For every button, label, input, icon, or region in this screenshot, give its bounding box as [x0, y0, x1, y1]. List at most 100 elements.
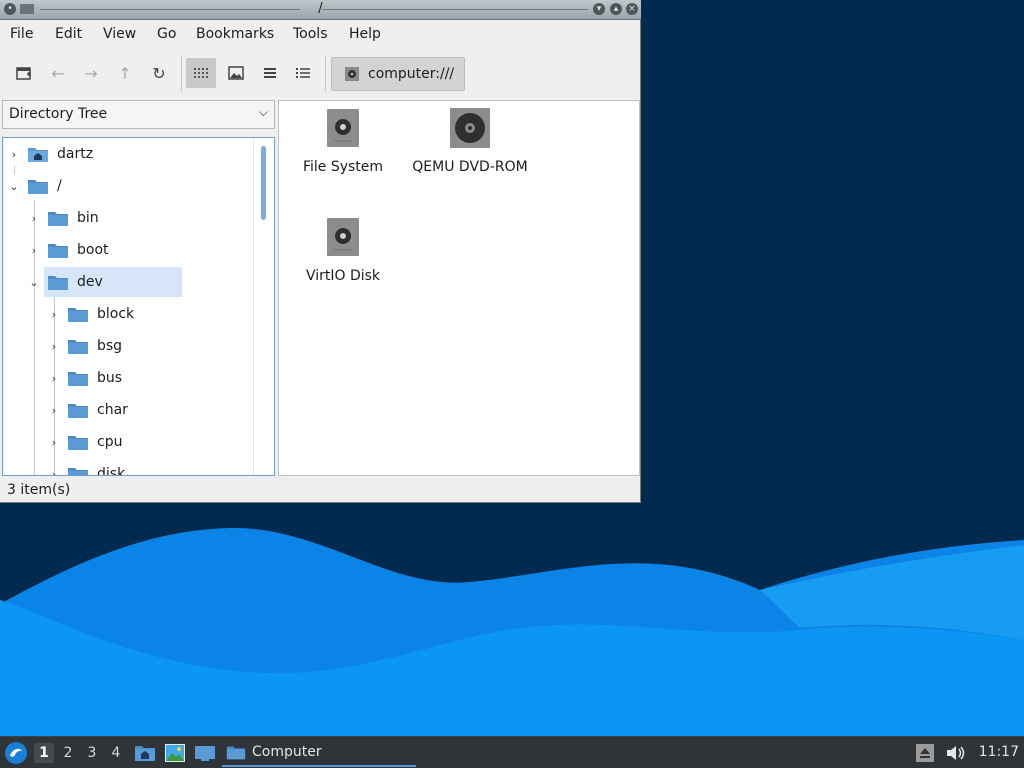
chevron-right-icon[interactable]: › — [7, 148, 21, 161]
tree-item[interactable]: › boot — [27, 235, 109, 265]
chevron-right-icon[interactable]: › — [27, 244, 41, 257]
thumbnail-view-button[interactable] — [221, 58, 251, 88]
tree-item[interactable]: › bin — [27, 203, 99, 233]
chevron-right-icon[interactable]: › — [47, 468, 61, 476]
tree-item[interactable]: › disk — [47, 459, 126, 476]
folder-icon — [68, 404, 88, 418]
location-path: computer:/// — [368, 66, 455, 82]
item-label: QEMU DVD-ROM — [412, 159, 528, 175]
tree-item[interactable]: › cpu — [47, 427, 122, 457]
tree-item-selected[interactable]: ⌄ dev — [27, 267, 182, 297]
workspace-3[interactable]: 3 — [82, 743, 102, 763]
menu-tools[interactable]: Tools — [293, 26, 328, 42]
folder-icon — [68, 468, 88, 475]
eject-icon[interactable] — [916, 743, 934, 763]
directory-tree: › dartz ⌄ / › bin › boot ⌄ dev › block ›… — [2, 137, 275, 476]
menu-go[interactable]: Go — [157, 26, 176, 42]
chevron-right-icon[interactable]: › — [47, 436, 61, 449]
workspace-2[interactable]: 2 — [58, 743, 78, 763]
chevron-down-icon[interactable]: ⌄ — [27, 276, 41, 289]
menu-bar: File Edit View Go Bookmarks Tools Help — [0, 20, 640, 48]
forward-button[interactable]: → — [76, 58, 106, 88]
close-icon[interactable]: × — [626, 3, 638, 15]
folder-icon — [226, 746, 246, 760]
menu-help[interactable]: Help — [349, 26, 381, 42]
tree-item-label: bus — [97, 370, 123, 386]
clock[interactable]: 11:17 — [979, 744, 1019, 760]
new-tab-icon — [16, 67, 31, 80]
toolbar-separator — [325, 56, 326, 92]
folder-icon — [48, 276, 68, 290]
toolbar-separator — [181, 56, 182, 92]
chevron-right-icon[interactable]: › — [47, 404, 61, 417]
folder-icon — [28, 180, 48, 194]
side-pane-mode: Directory Tree — [9, 106, 108, 122]
back-arrow-icon: ← — [51, 63, 65, 83]
taskbar: 1 2 3 4 Computer 11:17 — [0, 736, 1024, 768]
workspace-1[interactable]: 1 — [34, 743, 54, 763]
tree-item-label: disk — [97, 466, 126, 476]
start-menu-icon[interactable] — [4, 741, 28, 765]
tree-item-label: dev — [77, 274, 103, 290]
menu-bookmarks[interactable]: Bookmarks — [196, 26, 274, 42]
image-viewer-launcher-icon[interactable] — [164, 743, 186, 763]
folder-icon — [68, 340, 88, 354]
maximize-icon[interactable]: ▴ — [610, 3, 622, 15]
chevron-down-icon[interactable]: ⌄ — [7, 180, 21, 193]
tree-item-label: block — [97, 306, 135, 322]
folder-icon — [48, 244, 68, 258]
chevron-right-icon[interactable]: › — [47, 340, 61, 353]
location-bar[interactable]: computer:/// — [331, 57, 465, 91]
volume-icon[interactable] — [944, 743, 966, 763]
tree-item-label: bin — [77, 210, 99, 226]
menu-view[interactable]: View — [103, 26, 136, 42]
detailed-list-view-button[interactable] — [288, 58, 318, 88]
list-view-icon — [296, 68, 310, 78]
chevron-right-icon[interactable]: › — [47, 372, 61, 385]
tree-item[interactable]: › dartz — [7, 139, 93, 169]
item-virtio-disk[interactable]: VirtIO Disk — [278, 216, 408, 284]
file-manager-launcher-icon[interactable] — [134, 743, 156, 763]
tree-item[interactable]: › char — [47, 395, 128, 425]
tree-item-label: char — [97, 402, 128, 418]
toolbar: ← → ↑ ↻ computer:/// — [0, 52, 640, 96]
menu-file[interactable]: File — [10, 26, 33, 42]
chevron-down-icon: ⌵ — [258, 105, 268, 119]
chevron-right-icon[interactable]: › — [47, 308, 61, 321]
tree-item[interactable]: ⌄ / — [7, 171, 62, 201]
side-pane-selector[interactable]: Directory Tree ⌵ — [2, 100, 275, 129]
file-view: File System QEMU DVD-ROM VirtIO Disk — [278, 100, 640, 476]
item-label: File System — [302, 159, 384, 175]
status-bar: 3 item(s) — [0, 478, 640, 502]
icon-view-button[interactable] — [186, 58, 216, 88]
tree-item[interactable]: › block — [47, 299, 134, 329]
tree-scrollbar-thumb[interactable] — [261, 146, 266, 220]
drive-icon — [327, 218, 359, 256]
reload-button[interactable]: ↻ — [144, 58, 174, 88]
folder-icon — [68, 372, 88, 386]
compact-view-button[interactable] — [255, 58, 285, 88]
show-desktop-icon[interactable] — [194, 743, 216, 763]
up-button[interactable]: ↑ — [110, 58, 140, 88]
item-file-system[interactable]: File System — [278, 107, 408, 175]
home-folder-icon — [28, 148, 48, 162]
window-title: / — [318, 1, 323, 16]
item-label: VirtIO Disk — [305, 268, 381, 284]
forward-arrow-icon: → — [84, 63, 98, 83]
chevron-right-icon[interactable]: › — [27, 212, 41, 225]
workspace-4[interactable]: 4 — [106, 743, 126, 763]
item-qemu-dvd-rom[interactable]: QEMU DVD-ROM — [405, 107, 535, 175]
compact-view-icon — [264, 68, 276, 78]
status-text: 3 item(s) — [7, 482, 71, 498]
title-bar[interactable]: • / ▾ ▴ × — [0, 0, 641, 20]
tree-item[interactable]: › bus — [47, 363, 122, 393]
minimize-icon[interactable]: ▾ — [593, 3, 605, 15]
folder-icon — [68, 308, 88, 322]
menu-edit[interactable]: Edit — [55, 26, 82, 42]
back-button[interactable]: ← — [43, 58, 73, 88]
new-tab-button[interactable] — [9, 58, 39, 88]
tree-item-label: bsg — [97, 338, 123, 354]
drive-icon — [345, 67, 359, 81]
tree-item[interactable]: › bsg — [47, 331, 122, 361]
taskbar-task-computer[interactable]: Computer — [222, 739, 416, 767]
